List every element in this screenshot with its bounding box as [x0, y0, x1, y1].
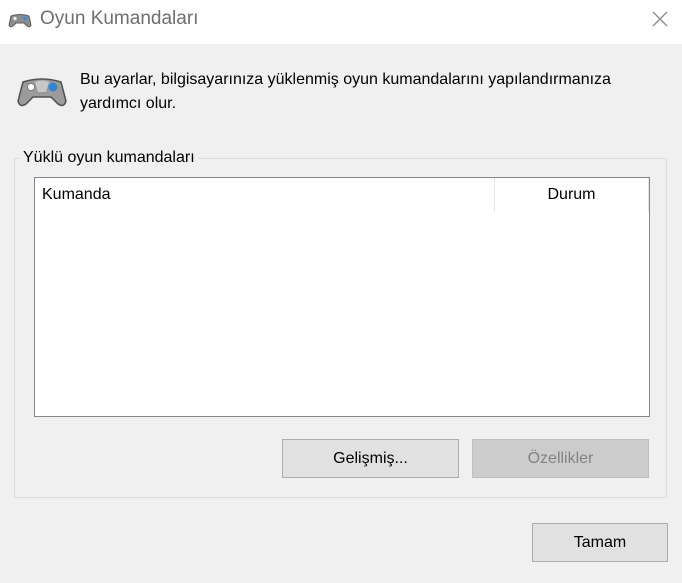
- game-controller-icon: [7, 12, 33, 30]
- controllers-list[interactable]: Kumanda Durum: [34, 177, 650, 417]
- properties-button-label: Özellikler: [527, 449, 594, 467]
- properties-button[interactable]: Özellikler: [472, 439, 649, 478]
- close-icon: [652, 11, 668, 32]
- title-bar[interactable]: Oyun Kumandaları: [0, 0, 682, 44]
- ok-button-label: Tamam: [573, 533, 627, 551]
- advanced-button-label: Gelişmiş...: [333, 449, 408, 467]
- column-header-label: Durum: [547, 186, 596, 203]
- group-label: Yüklü oyun kumandaları: [20, 149, 198, 167]
- column-header-kumanda[interactable]: Kumanda: [35, 178, 495, 212]
- description-text: Bu ayarlar, bilgisayarınıza yüklenmiş oy…: [80, 71, 611, 112]
- game-controller-icon: [15, 74, 69, 112]
- column-header-durum[interactable]: Durum: [495, 178, 649, 212]
- window-title: Oyun Kumandaları: [40, 8, 199, 29]
- ok-button[interactable]: Tamam: [532, 523, 668, 562]
- column-header-label: Kumanda: [42, 186, 111, 203]
- close-button[interactable]: [643, 4, 677, 38]
- advanced-button[interactable]: Gelişmiş...: [282, 439, 459, 478]
